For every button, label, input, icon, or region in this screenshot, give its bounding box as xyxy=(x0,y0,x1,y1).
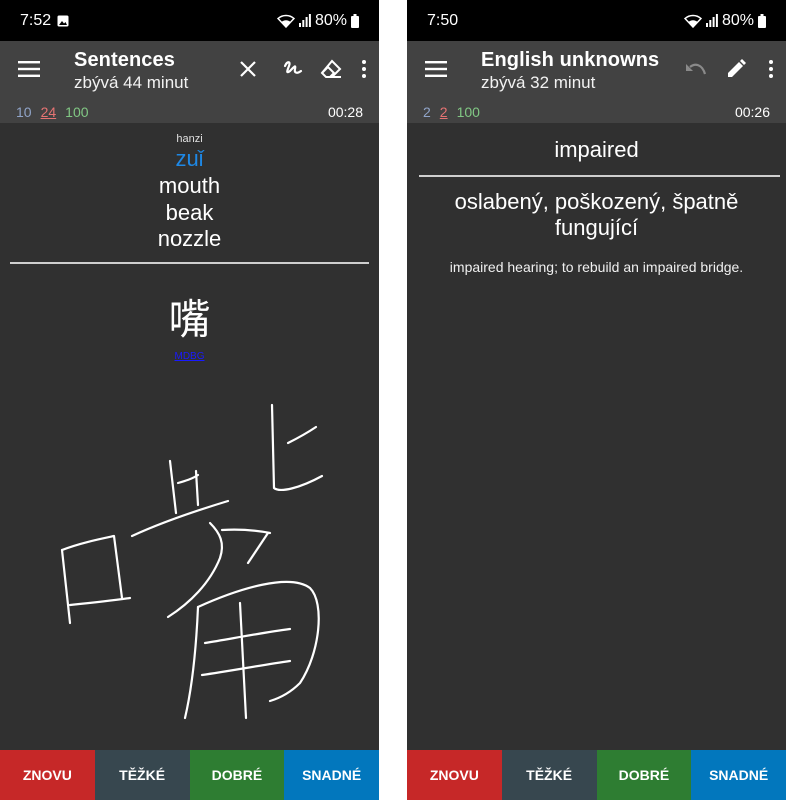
card-content[interactable]: impaired oslabený, poškozený, špatně fun… xyxy=(407,123,786,750)
wifi-icon xyxy=(683,14,702,28)
hard-button[interactable]: TĚŽKÉ xyxy=(94,750,190,800)
deck-title: Sentences xyxy=(74,49,175,71)
meaning-1: mouth xyxy=(158,173,221,198)
app-bar: Sentences zbývá 44 minut xyxy=(0,41,379,101)
menu-button[interactable] xyxy=(0,41,58,101)
battery-percent: 80% xyxy=(721,11,754,29)
front-word: impaired xyxy=(554,137,639,162)
answer-divider xyxy=(419,175,780,177)
pinyin: zuǐ xyxy=(175,146,204,171)
app-bar: English unknowns zbývá 32 minut xyxy=(407,41,786,101)
whiteboard-pen-button[interactable] xyxy=(273,41,313,101)
edit-note-button[interactable] xyxy=(716,41,756,101)
phone-screen-right: 7:50 80% English unknowns zbývá 32 minut xyxy=(407,0,786,800)
hanzi-character: 嘴 xyxy=(168,295,211,344)
deck-title: English unknowns xyxy=(481,49,660,71)
whiteboard-drawing[interactable] xyxy=(0,393,379,753)
meaning-2: beak xyxy=(165,200,214,225)
whiteboard-pen-icon xyxy=(283,59,303,84)
translation: oslabený, poškozený, špatně fungující xyxy=(454,189,739,240)
eraser-button[interactable] xyxy=(313,41,349,101)
time-remaining: zbývá 32 minut xyxy=(481,73,596,92)
card-timer: 00:28 xyxy=(327,104,363,120)
phone-screen-left: 7:52 80% Sentences zbývá 44 minut 10 24 … xyxy=(0,0,379,800)
review-count: 100 xyxy=(65,104,89,120)
again-button[interactable]: ZNOVU xyxy=(0,750,95,800)
example-sentence: impaired hearing; to rebuild an impaired… xyxy=(449,259,744,275)
battery-icon xyxy=(758,13,766,28)
gallery-icon xyxy=(57,15,69,27)
dictionary-link[interactable]: MDBG xyxy=(0,351,379,362)
menu-icon xyxy=(425,60,447,82)
signal-icon xyxy=(298,14,311,27)
wifi-icon xyxy=(276,14,295,28)
undo-button[interactable] xyxy=(676,41,716,101)
undo-icon xyxy=(685,62,707,81)
card-counts-bar: 2 2 100 00:26 xyxy=(407,101,786,123)
menu-button[interactable] xyxy=(407,41,465,101)
more-vert-icon xyxy=(769,59,773,83)
menu-icon xyxy=(18,60,40,82)
close-icon xyxy=(240,60,256,82)
more-options-button[interactable] xyxy=(349,41,379,101)
status-time: 7:52 xyxy=(20,11,52,29)
more-options-button[interactable] xyxy=(756,41,786,101)
field-label: hanzi xyxy=(176,133,203,145)
answer-buttons: ZNOVU TĚŽKÉ DOBRÉ SNADNÉ xyxy=(407,750,786,800)
status-bar: 7:50 80% xyxy=(407,0,786,41)
card-counts-bar: 10 24 100 00:28 xyxy=(0,101,379,123)
close-whiteboard-button[interactable] xyxy=(223,41,273,101)
easy-button[interactable]: SNADNÉ xyxy=(691,750,786,800)
edit-icon xyxy=(726,58,746,84)
battery-icon xyxy=(351,13,359,28)
more-vert-icon xyxy=(362,59,366,83)
status-bar: 7:52 80% xyxy=(0,0,379,41)
learning-count: 2 xyxy=(439,104,448,120)
answer-buttons: ZNOVU TĚŽKÉ DOBRÉ SNADNÉ xyxy=(0,750,379,800)
new-count: 10 xyxy=(16,104,32,120)
meaning-3: nozzle xyxy=(157,226,222,251)
good-button[interactable]: DOBRÉ xyxy=(189,750,285,800)
review-count: 100 xyxy=(456,104,480,120)
battery-percent: 80% xyxy=(314,11,347,29)
signal-icon xyxy=(705,14,718,27)
card-timer: 00:26 xyxy=(734,104,770,120)
time-remaining: zbývá 44 minut xyxy=(74,73,189,92)
easy-button[interactable]: SNADNÉ xyxy=(284,750,379,800)
new-count: 2 xyxy=(423,104,431,120)
status-time: 7:50 xyxy=(427,11,459,29)
eraser-icon xyxy=(320,59,342,84)
card-content[interactable]: hanzi zuǐ mouth beak nozzle 嘴 MDBG xyxy=(0,123,379,750)
again-button[interactable]: ZNOVU xyxy=(407,750,502,800)
good-button[interactable]: DOBRÉ xyxy=(596,750,692,800)
hard-button[interactable]: TĚŽKÉ xyxy=(501,750,597,800)
learning-count: 24 xyxy=(40,104,57,120)
answer-divider xyxy=(10,262,369,264)
